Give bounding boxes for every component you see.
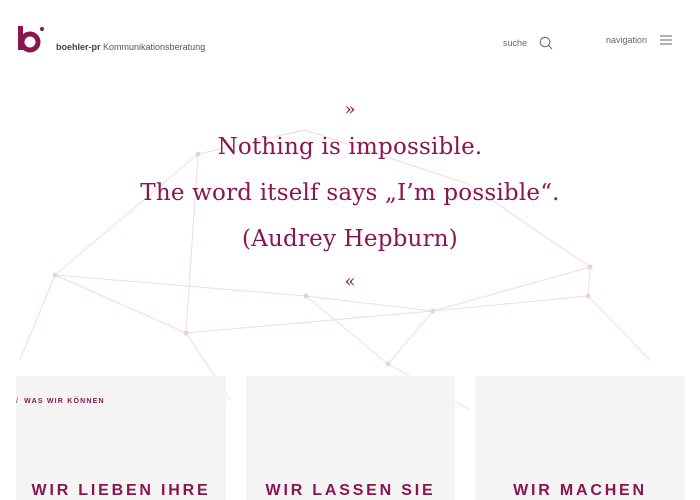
service-card-2[interactable]: WIR LASSEN SIE [246, 376, 455, 500]
navigation-button[interactable]: navigation [606, 34, 673, 46]
navigation-label: navigation [606, 35, 648, 45]
hero-quote: » Nothing is impossible. The word itself… [0, 94, 700, 298]
search-button[interactable]: suche [503, 36, 553, 50]
hamburger-menu-icon [660, 35, 673, 45]
quote-open-mark: » [344, 99, 356, 120]
brand-name: boehler-pr [56, 42, 101, 52]
service-card-title: WIR MACHEN [513, 482, 647, 499]
quote-line-2: The word itself says „I’m possible“. [140, 180, 560, 206]
service-cards: WIR LIEBEN IHRE WIR LASSEN SIE WIR MACHE… [0, 376, 700, 500]
service-card-title: WIR LASSEN SIE [265, 482, 436, 499]
service-card-3[interactable]: WIR MACHEN [475, 376, 685, 500]
quote-line-1: Nothing is impossible. [217, 134, 483, 160]
service-card-title: WIR LIEBEN IHRE [31, 482, 211, 499]
search-label: suche [503, 38, 528, 48]
section-eyebrow-label: WAS WIR KÖNNEN [24, 398, 105, 405]
search-icon [539, 36, 553, 50]
quote-close-mark: « [344, 271, 356, 292]
brand-tagline: Kommunikationsberatung [103, 42, 206, 52]
eyebrow-slash-icon: / [16, 398, 20, 405]
quote-author: (Audrey Hepburn) [242, 226, 458, 252]
site-header: boehler-pr Kommunikationsberatung suche … [0, 0, 700, 80]
brand-logo[interactable] [16, 24, 46, 54]
section-eyebrow: / WAS WIR KÖNNEN [16, 398, 105, 405]
brand-text[interactable]: boehler-pr Kommunikationsberatung [56, 42, 205, 52]
service-card-1[interactable]: WIR LIEBEN IHRE [16, 376, 226, 500]
